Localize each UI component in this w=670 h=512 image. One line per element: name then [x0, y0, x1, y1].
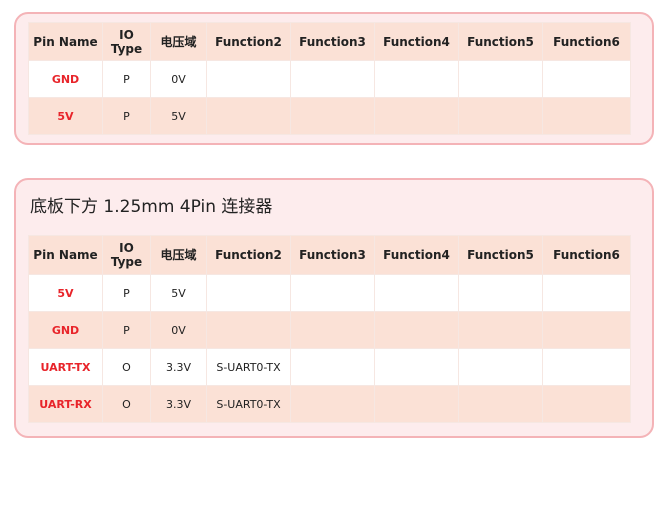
- voltage-domain-cell: 3.3V: [150, 385, 207, 423]
- function-cell: [542, 97, 631, 135]
- table-header-row: Pin Name IO Type 电压域 Function2 Function3 Funct…: [28, 22, 631, 61]
- function-cell: [374, 97, 459, 135]
- pin-table-top: Pin Name IO Type 电压域 Function2 Function3 Funct…: [28, 22, 631, 135]
- voltage-domain-cell: 5V: [150, 274, 207, 312]
- column-header: Function4: [374, 22, 459, 61]
- function-cell: [542, 348, 631, 386]
- function-cell: [206, 274, 291, 312]
- column-header: Pin Name: [28, 235, 103, 275]
- io-type-cell: P: [102, 60, 151, 98]
- column-header: Function5: [458, 235, 543, 275]
- table-row: UART-TX O 3.3V S-UART0-TX: [28, 348, 631, 386]
- table-row: 5V P 5V: [28, 274, 631, 312]
- table-row: 5V P 5V: [28, 97, 631, 135]
- column-header: Pin Name: [28, 22, 103, 61]
- voltage-domain-cell: 0V: [150, 311, 207, 349]
- connector-pin-table-panel: 底板下方 1.25mm 4Pin 连接器 Pin Name IO Type 电压域 Fu…: [14, 178, 654, 438]
- column-header: Function2: [206, 235, 291, 275]
- function-cell: [290, 348, 375, 386]
- function-cell: [458, 97, 543, 135]
- pin-name-cell: 5V: [28, 274, 103, 312]
- table-header-row: Pin Name IO Type 电压域 Function2 Function3 Funct…: [28, 235, 631, 275]
- pin-name-cell: UART-RX: [28, 385, 103, 423]
- function-cell: S-UART0-TX: [206, 348, 291, 386]
- voltage-domain-cell: 3.3V: [150, 348, 207, 386]
- column-header: Function5: [458, 22, 543, 61]
- voltage-domain-cell: 5V: [150, 97, 207, 135]
- pin-name-cell: UART-TX: [28, 348, 103, 386]
- function-cell: [290, 60, 375, 98]
- function-cell: [458, 385, 543, 423]
- function-cell: [290, 274, 375, 312]
- function-cell: [290, 97, 375, 135]
- function-cell: [290, 311, 375, 349]
- pin-name-cell: GND: [28, 60, 103, 98]
- io-type-cell: P: [102, 274, 151, 312]
- function-cell: [542, 311, 631, 349]
- table-row: GND P 0V: [28, 60, 631, 98]
- pin-table-connector: Pin Name IO Type 电压域 Function2 Function3 Funct…: [28, 235, 631, 423]
- function-cell: [542, 385, 631, 423]
- function-cell: [374, 311, 459, 349]
- function-cell: [542, 274, 631, 312]
- function-cell: [458, 274, 543, 312]
- table-row: UART-RX O 3.3V S-UART0-TX: [28, 385, 631, 423]
- function-cell: [206, 60, 291, 98]
- function-cell: [374, 274, 459, 312]
- function-cell: [374, 60, 459, 98]
- io-type-cell: P: [102, 311, 151, 349]
- pin-table-panel-top: Pin Name IO Type 电压域 Function2 Function3 Funct…: [14, 12, 654, 145]
- io-type-cell: O: [102, 348, 151, 386]
- column-header: Function6: [542, 22, 631, 61]
- column-header: IO Type: [102, 22, 151, 61]
- column-header: Function3: [290, 22, 375, 61]
- io-type-cell: P: [102, 97, 151, 135]
- column-header: Function2: [206, 22, 291, 61]
- column-header: Function6: [542, 235, 631, 275]
- function-cell: [206, 311, 291, 349]
- function-cell: [374, 348, 459, 386]
- function-cell: [458, 311, 543, 349]
- io-type-cell: O: [102, 385, 151, 423]
- function-cell: [542, 60, 631, 98]
- function-cell: [458, 348, 543, 386]
- function-cell: [206, 97, 291, 135]
- column-header: Function4: [374, 235, 459, 275]
- function-cell: S-UART0-TX: [206, 385, 291, 423]
- function-cell: [458, 60, 543, 98]
- voltage-domain-cell: 0V: [150, 60, 207, 98]
- function-cell: [374, 385, 459, 423]
- column-header: 电压域: [150, 235, 207, 275]
- function-cell: [290, 385, 375, 423]
- column-header: Function3: [290, 235, 375, 275]
- pin-name-cell: 5V: [28, 97, 103, 135]
- pin-name-cell: GND: [28, 311, 103, 349]
- column-header: IO Type: [102, 235, 151, 275]
- column-header: 电压域: [150, 22, 207, 61]
- section-title: 底板下方 1.25mm 4Pin 连接器: [30, 197, 273, 217]
- table-row: GND P 0V: [28, 311, 631, 349]
